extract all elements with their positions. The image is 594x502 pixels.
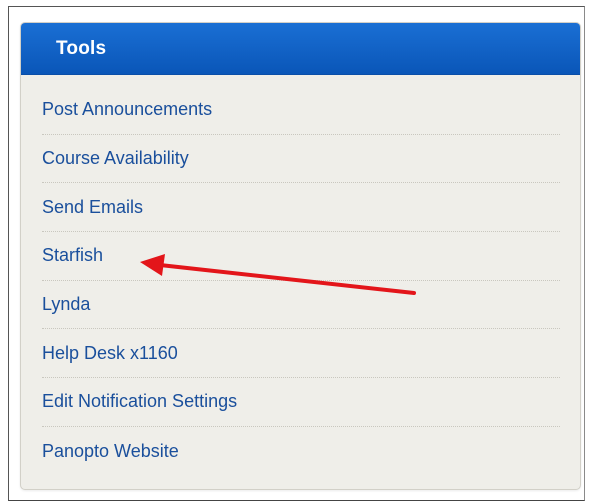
list-item: Starfish [42, 232, 560, 281]
help-desk-link[interactable]: Help Desk x1160 [42, 343, 178, 364]
starfish-link[interactable]: Starfish [42, 245, 103, 266]
tools-panel-title: Tools [56, 37, 107, 59]
edit-notification-settings-link[interactable]: Edit Notification Settings [42, 391, 237, 412]
list-item: Panopto Website [42, 427, 560, 476]
course-availability-link[interactable]: Course Availability [42, 148, 189, 169]
list-item: Post Announcements [42, 86, 560, 135]
list-item: Course Availability [42, 135, 560, 184]
tools-list: Post Announcements Course Availability S… [21, 75, 580, 476]
list-item: Help Desk x1160 [42, 329, 560, 379]
tools-panel: Tools Post Announcements Course Availabi… [20, 22, 581, 490]
list-item: Lynda [42, 281, 560, 330]
list-item: Send Emails [42, 183, 560, 233]
tools-panel-header: Tools [21, 23, 580, 75]
lynda-link[interactable]: Lynda [42, 294, 90, 315]
post-announcements-link[interactable]: Post Announcements [42, 99, 212, 120]
list-item: Edit Notification Settings [42, 378, 560, 427]
send-emails-link[interactable]: Send Emails [42, 197, 143, 218]
panopto-website-link[interactable]: Panopto Website [42, 441, 179, 462]
